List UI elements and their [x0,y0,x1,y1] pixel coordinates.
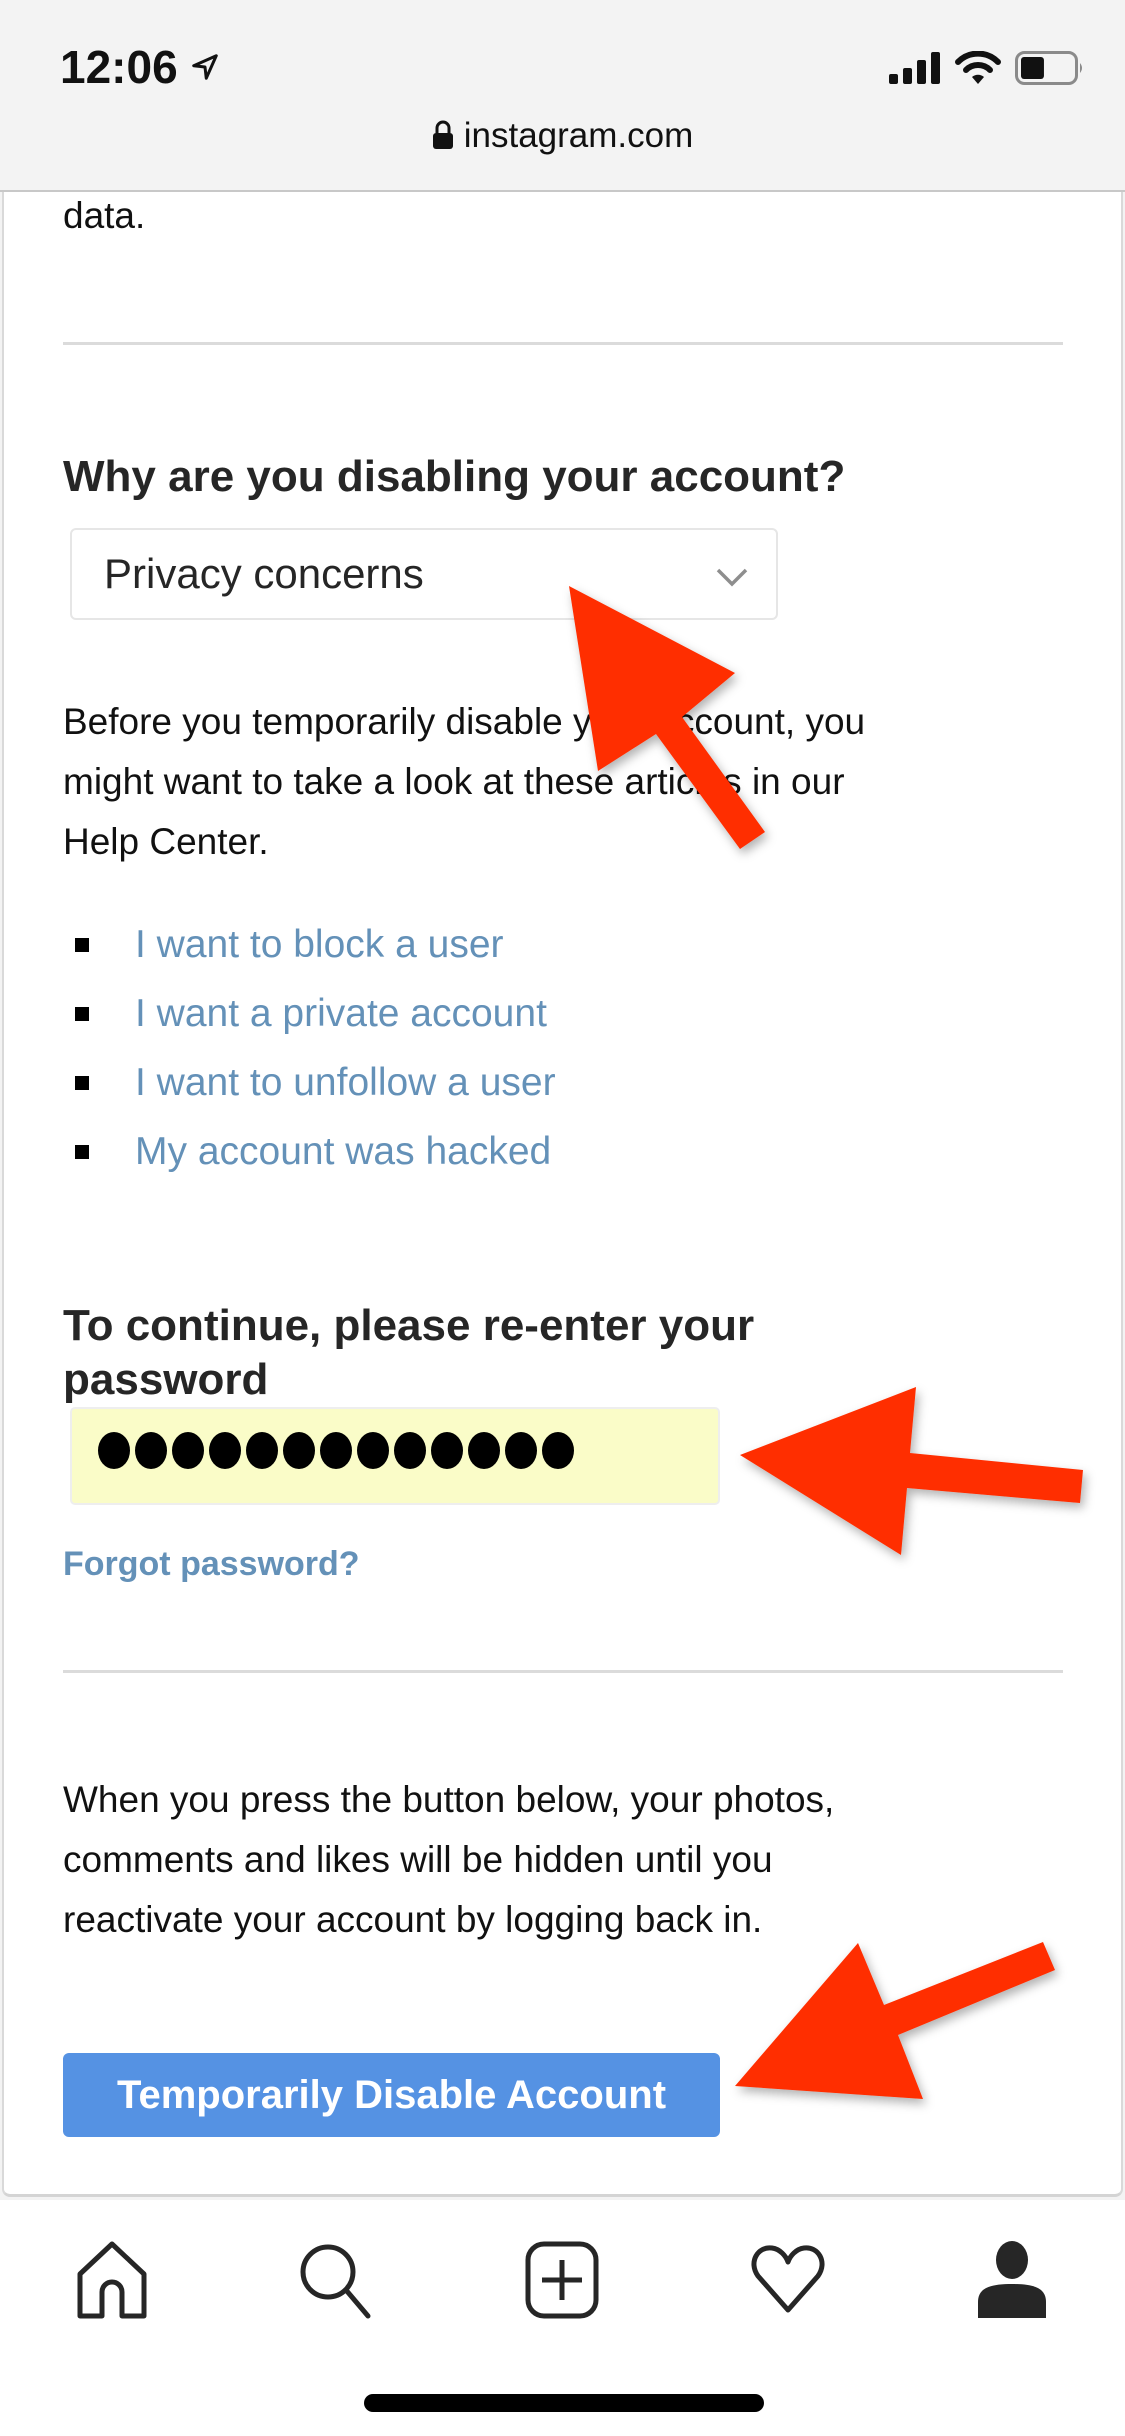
wifi-icon [955,51,1001,84]
temporarily-disable-account-button[interactable]: Temporarily Disable Account [63,2053,720,2137]
lock-icon [432,120,453,149]
password-dot [98,1432,130,1469]
search-icon[interactable] [296,2240,376,2320]
password-heading-line: To continue, please re-enter your [63,1301,755,1350]
password-dot [468,1432,500,1469]
password-dot [246,1432,278,1469]
bullet [75,1006,89,1021]
reason-select[interactable]: Privacy concerns [70,528,778,620]
password-heading-line: password [63,1355,269,1404]
divider [63,342,1063,345]
password-dot [542,1432,574,1469]
status-icons [889,48,1085,88]
link-private-account[interactable]: I want a private account [135,992,547,1036]
password-mask [98,1432,574,1469]
list-item: I want a private account [63,979,556,1048]
help-paragraph-line: Help Center. [63,821,269,862]
reason-select-value: Privacy concerns [104,550,424,597]
list-item: I want to block a user [63,910,556,979]
url-text: instagram.com [463,116,694,155]
password-dot [431,1432,463,1469]
help-links-list: I want to block a user I want a private … [63,910,556,1186]
password-dot [283,1432,315,1469]
bullet [75,1144,89,1159]
plus-square-icon[interactable] [522,2240,602,2320]
link-unfollow-user[interactable]: I want to unfollow a user [135,1061,556,1105]
link-block-user[interactable]: I want to block a user [135,923,504,967]
list-item: My account was hacked [63,1117,556,1186]
browser-chrome: 12:06 instagram.com [0,0,1125,192]
info-paragraph-line: When you press the button below, your ph… [63,1779,835,1820]
link-account-hacked[interactable]: My account was hacked [135,1130,551,1174]
password-dot [505,1432,537,1469]
list-item: I want to unfollow a user [63,1048,556,1117]
cellular-signal-icon [889,52,940,84]
heart-icon[interactable] [748,2240,828,2320]
profile-icon[interactable] [972,2240,1052,2320]
password-dot [357,1432,389,1469]
bullet [75,937,89,952]
location-arrow-icon [192,54,218,80]
password-input[interactable] [70,1407,720,1505]
status-time: 12:06 [60,41,178,93]
address-bar[interactable]: instagram.com [0,116,1125,156]
info-paragraph-line: comments and likes will be hidden until … [63,1839,773,1880]
password-dot [135,1432,167,1469]
chevron-down-icon [716,568,748,587]
password-dot [394,1432,426,1469]
password-dot [209,1432,241,1469]
battery-icon [1015,51,1082,85]
home-indicator[interactable] [364,2394,764,2412]
help-paragraph-line: might want to take a look at these artic… [63,761,845,802]
info-paragraph-line: reactivate your account by logging back … [63,1899,763,1940]
password-dot [320,1432,352,1469]
password-dot [172,1432,204,1469]
forgot-password-link[interactable]: Forgot password? [63,1545,360,1584]
home-icon[interactable] [72,2240,152,2320]
help-paragraph-line: Before you temporarily disable your acco… [63,701,866,742]
divider [63,1670,1063,1673]
bullet [75,1075,89,1090]
truncated-text: data. [63,195,146,236]
reason-heading: Why are you disabling your account? [63,452,846,501]
